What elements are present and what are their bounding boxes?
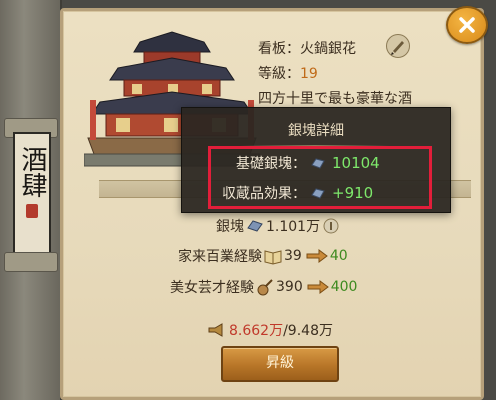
level-label: 等級： <box>258 66 300 82</box>
retainer-exp-value: 39 <box>284 248 302 264</box>
close-icon <box>459 17 475 33</box>
side-scroll-banner: 酒肆 <box>0 0 62 400</box>
upgrade-button[interactable]: 昇級 <box>221 346 339 382</box>
signboard-value: 火鍋銀花 <box>300 41 356 57</box>
upgrade-cost-max: /9.48万 <box>283 323 333 339</box>
retainer-exp-gain: 40 <box>329 248 348 264</box>
level-row: 等級：19 <box>258 63 318 83</box>
book-icon <box>264 250 282 265</box>
lute-icon <box>257 279 273 296</box>
upgrade-cost-current: 8.662万 <box>229 323 284 339</box>
info-coin-icon[interactable] <box>322 217 340 235</box>
scroll-cap-bottom <box>4 252 58 272</box>
tooltip-title: 銀塊詳細 <box>288 123 344 139</box>
silver-stat-row: 銀塊 1.101万 <box>216 216 340 236</box>
retainer-exp-row: 家来百業経験 39 40 <box>178 246 348 266</box>
silver-ingot-icon <box>247 220 263 232</box>
signboard-label: 看板： <box>258 41 300 57</box>
level-value: 19 <box>300 66 318 82</box>
arrow-icon <box>307 280 329 294</box>
horn-icon <box>208 323 223 337</box>
upgrade-cost-row: 8.662万/9.48万 <box>205 320 333 340</box>
description-line-1: 四方十里で最も豪華な酒 <box>258 91 412 107</box>
red-seal-icon <box>26 204 38 218</box>
highlight-annotation-box <box>208 146 432 209</box>
beauty-exp-value: 390 <box>276 279 303 295</box>
scroll-paper: 酒肆 <box>13 132 51 256</box>
arrow-icon <box>306 249 328 263</box>
brush-icon[interactable] <box>386 34 410 58</box>
silver-label: 銀塊 <box>216 219 244 235</box>
close-button[interactable] <box>446 6 488 44</box>
beauty-exp-label: 美女芸才経験 <box>170 280 254 296</box>
beauty-exp-row: 美女芸才経験 390 400 <box>170 277 357 297</box>
retainer-exp-label: 家来百業経験 <box>178 249 262 265</box>
silver-value: 1.101万 <box>266 219 321 235</box>
signboard-row: 看板：火鍋銀花 <box>258 38 356 58</box>
beauty-exp-gain: 400 <box>330 279 358 295</box>
building-type-label: 酒肆 <box>17 146 47 198</box>
